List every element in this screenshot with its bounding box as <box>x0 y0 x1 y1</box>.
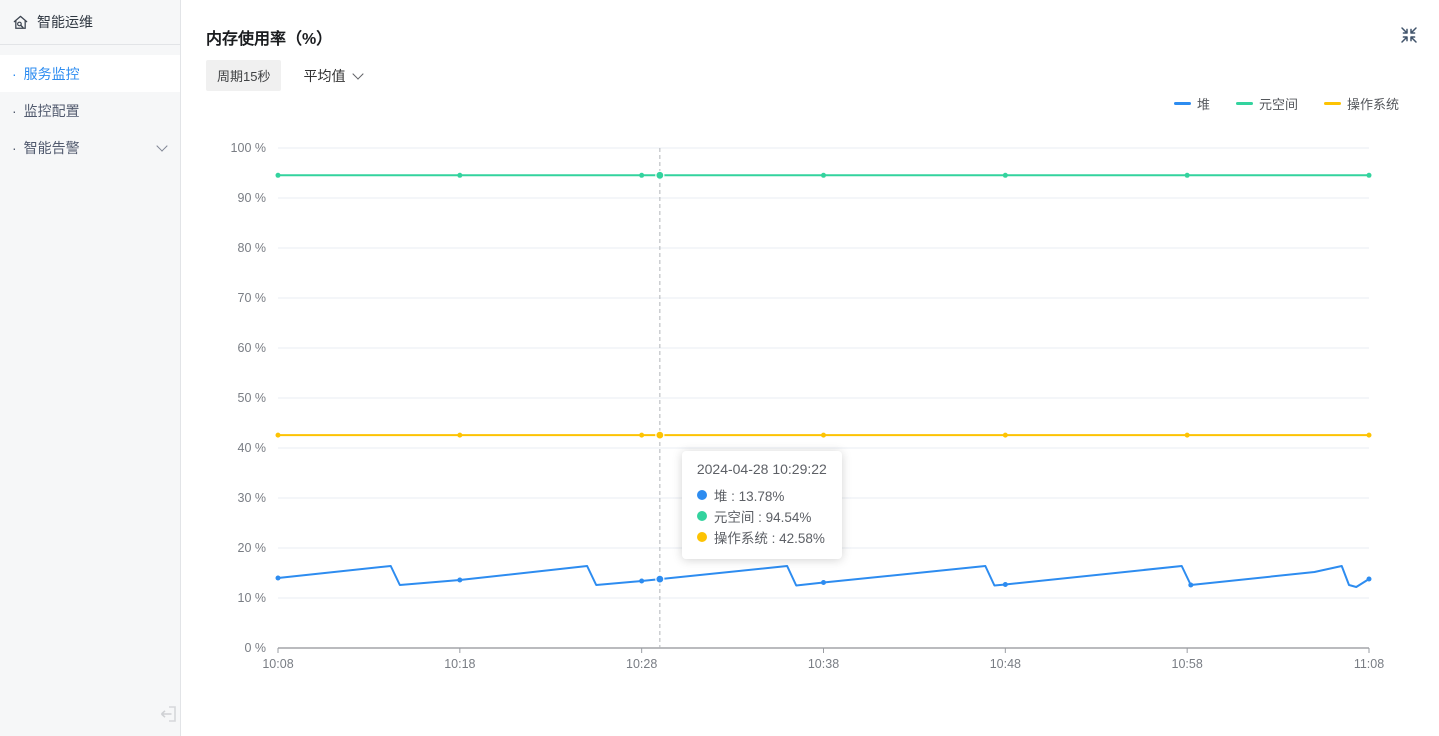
sidebar-menu: · 服务监控 · 监控配置 · 智能告警 <box>0 45 180 166</box>
svg-text:100 %: 100 % <box>231 141 266 155</box>
tooltip-row: 元空间 : 94.54% <box>697 505 827 526</box>
tooltip-series-dot <box>697 532 707 542</box>
chart-tooltip: 2024-04-28 10:29:22 堆 : 13.78% 元空间 : 94.… <box>682 451 842 559</box>
sidebar-header: 智能运维 <box>0 0 180 45</box>
main-panel: 内存使用率（%） 周期15秒 平均值 堆 元空间 <box>181 0 1439 736</box>
svg-text:10:48: 10:48 <box>990 657 1021 671</box>
sidebar-item-monitoring-config[interactable]: · 监控配置 <box>0 92 180 129</box>
chevron-down-icon <box>156 140 167 151</box>
menu-bullet: · <box>12 103 17 119</box>
svg-text:50 %: 50 % <box>238 391 267 405</box>
svg-text:70 %: 70 % <box>238 291 267 305</box>
svg-text:20 %: 20 % <box>238 541 267 555</box>
tooltip-series-dot <box>697 490 707 500</box>
memory-usage-chart[interactable]: 0 % 10 % 20 % 30 % 40 % 50 % 60 % 70 % 80 % 90 % 1… <box>181 0 1439 736</box>
svg-text:60 %: 60 % <box>238 341 267 355</box>
svg-text:10:28: 10:28 <box>626 657 657 671</box>
sidebar-item-smart-alerts[interactable]: · 智能告警 <box>0 129 180 166</box>
menu-bullet: · <box>12 140 17 156</box>
app-window: 智能运维 · 服务监控 · 监控配置 · 智能告警 内存使用率（%） <box>0 0 1439 736</box>
tooltip-series-value: 元空间 : 94.54% <box>714 506 812 526</box>
tooltip-series-value: 操作系统 : 42.58% <box>714 527 825 547</box>
tooltip-row: 堆 : 13.78% <box>697 484 827 505</box>
tooltip-series-dot <box>697 511 707 521</box>
svg-text:80 %: 80 % <box>238 241 267 255</box>
svg-text:10:58: 10:58 <box>1172 657 1203 671</box>
menu-bullet: · <box>12 66 17 82</box>
tooltip-timestamp: 2024-04-28 10:29:22 <box>697 461 827 477</box>
ops-home-icon <box>12 14 29 31</box>
tooltip-row: 操作系统 : 42.58% <box>697 526 827 547</box>
svg-text:10 %: 10 % <box>238 591 267 605</box>
svg-text:10:08: 10:08 <box>262 657 293 671</box>
svg-text:90 %: 90 % <box>238 191 267 205</box>
svg-text:0 %: 0 % <box>244 641 266 655</box>
svg-text:40 %: 40 % <box>238 441 267 455</box>
sidebar-item-label: 监控配置 <box>24 101 80 121</box>
svg-text:11:08: 11:08 <box>1354 657 1384 671</box>
sidebar-item-label: 智能告警 <box>24 138 80 158</box>
svg-text:30 %: 30 % <box>238 491 267 505</box>
sidebar: 智能运维 · 服务监控 · 监控配置 · 智能告警 <box>0 0 181 736</box>
sidebar-item-service-monitoring[interactable]: · 服务监控 <box>0 55 180 92</box>
sidebar-item-label: 服务监控 <box>24 64 80 84</box>
svg-text:10:18: 10:18 <box>444 657 475 671</box>
svg-text:10:38: 10:38 <box>808 657 839 671</box>
tooltip-series-value: 堆 : 13.78% <box>714 485 785 505</box>
sidebar-title: 智能运维 <box>37 12 93 32</box>
collapse-sidebar-icon[interactable] <box>157 703 179 725</box>
